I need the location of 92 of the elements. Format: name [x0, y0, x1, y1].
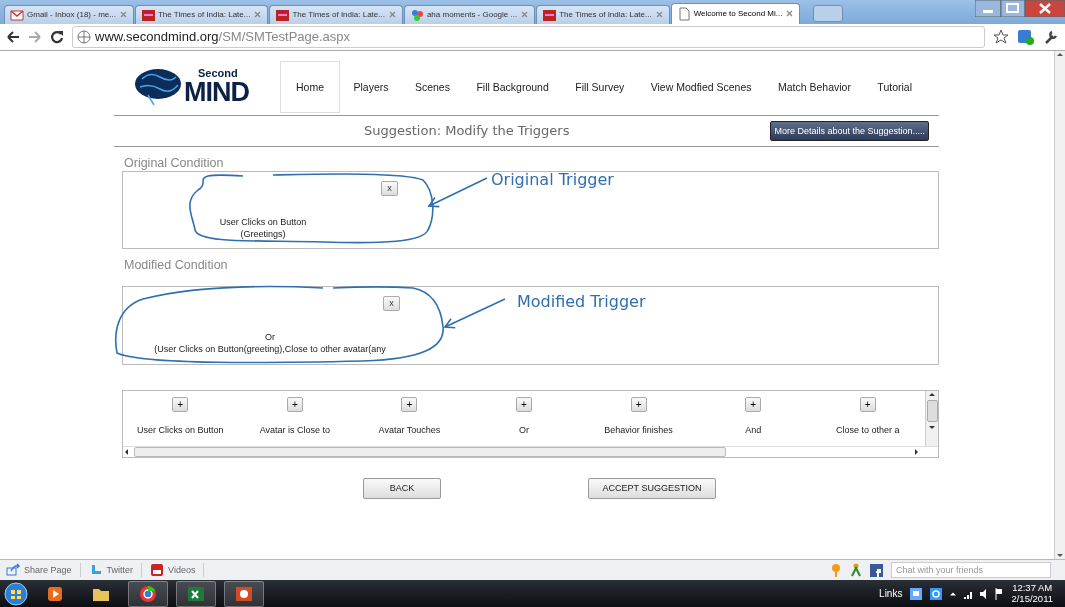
close-icon [654, 10, 664, 20]
news-icon [140, 7, 155, 22]
toolbar-link[interactable]: Videos [150, 563, 205, 578]
globe-icon[interactable] [139, 584, 157, 603]
spreadsheet-icon[interactable] [187, 584, 205, 603]
nav-link[interactable]: Fill Background [463, 61, 562, 114]
nav-link[interactable]: Tutorial [864, 61, 925, 114]
close-icon [387, 10, 397, 20]
nav-link[interactable]: Home [280, 61, 340, 114]
trigger-label: Avatar Touches [378, 424, 441, 435]
browser-tab[interactable]: The Times of India: Late... [269, 4, 403, 24]
add-button[interactable]: + [172, 396, 189, 412]
clock-time: 12:37 AM [1012, 582, 1053, 594]
star-icon [993, 28, 1009, 45]
page-icon [676, 6, 691, 21]
horizontal-scrollbar[interactable] [123, 445, 938, 457]
app-icon [930, 586, 943, 601]
start-icon [4, 581, 28, 606]
add-button[interactable]: + [516, 396, 532, 412]
action-button[interactable]: ACCEPT SUGGESTION [588, 477, 716, 499]
window-controls-icon [975, 0, 1065, 17]
trigger-label: Or [519, 424, 529, 435]
browser-tab[interactable]: aha moments - Google ... [403, 4, 536, 24]
browser-tab[interactable]: Welcome to Second Mi... [670, 2, 801, 24]
nav-link[interactable]: Fill Survey [562, 61, 638, 114]
toolbar-link[interactable]: Links [879, 588, 903, 600]
address-field[interactable]: www.secondmind.org/SM/SMTestPage.aspx [72, 25, 985, 48]
annotation-text: Modified Trigger [517, 291, 646, 311]
vertical-scrollbar[interactable] [925, 390, 938, 446]
nav-link[interactable]: Players [340, 61, 402, 114]
share-icon [6, 563, 20, 578]
forward-icon [28, 29, 42, 44]
trigger-label: And [745, 424, 762, 435]
condition-text: User Clicks on Button (Greetings) [218, 215, 308, 240]
video-icon [150, 563, 165, 578]
toolbar-link[interactable]: Share Page [6, 563, 81, 578]
trigger-label: User Clicks on Button [137, 424, 224, 435]
flag-icon [995, 586, 1004, 601]
annotation-arrow [443, 298, 506, 329]
trigger-label: Behavior finishes [604, 424, 673, 435]
section-label: Original Condition [124, 155, 225, 171]
people-icon [409, 7, 424, 22]
section-label: Modified Condition [124, 257, 229, 273]
nav-link[interactable]: Match Behavior [764, 61, 864, 114]
add-button[interactable]: + [401, 396, 418, 412]
pin-icon [830, 563, 842, 578]
social-icon [870, 563, 883, 577]
extension-icon [1017, 27, 1035, 46]
nav-link[interactable]: Scenes [401, 61, 463, 114]
figure-icon [850, 563, 862, 578]
wrench-icon [1043, 28, 1059, 45]
details-button[interactable]: More Details about the Suggestion..... [770, 120, 929, 141]
browser-tab[interactable]: Gmail - Inbox (18) - me... [4, 4, 134, 24]
slides-icon[interactable] [235, 584, 253, 603]
remove-button[interactable]: x [383, 295, 400, 311]
close-icon [520, 10, 530, 20]
back-icon [6, 29, 20, 44]
monitor-icon [910, 586, 923, 601]
remove-button[interactable]: x [381, 180, 398, 196]
browser-tab[interactable]: The Times of India: Late... [536, 4, 670, 24]
page-title: Suggestion: Modify the Triggers [364, 123, 570, 139]
close-icon [118, 10, 128, 20]
action-button[interactable]: BACK [363, 477, 441, 499]
scroll-left-icon [123, 447, 130, 456]
add-button[interactable]: + [630, 396, 647, 412]
trigger-label: Close to other a [836, 424, 900, 435]
annotation-arrow [427, 177, 488, 208]
url-text: www.secondmind.org/SM/SMTestPage.aspx [95, 29, 351, 45]
add-button[interactable]: + [286, 396, 303, 412]
news-icon [275, 7, 290, 22]
globe-icon [77, 29, 91, 44]
add-button[interactable]: + [859, 396, 876, 412]
media-icon[interactable] [46, 584, 64, 603]
close-icon [253, 10, 263, 20]
logo-text: MIND [184, 79, 249, 107]
logo-text: Second [198, 68, 239, 80]
toolbar-link[interactable]: Twitter [88, 563, 143, 578]
annotation-text: Original Trigger [491, 169, 614, 189]
scroll-right-icon [913, 447, 920, 456]
add-button[interactable]: + [745, 396, 762, 412]
expand-icon [950, 591, 957, 596]
page-scrollbar[interactable] [1054, 50, 1065, 560]
clock-date: 2/15/2011 [1011, 593, 1053, 605]
browser-tab[interactable]: The Times of India: Late... [134, 4, 269, 24]
nav-link[interactable]: View Modfied Scenes [637, 61, 765, 114]
close-icon [785, 9, 795, 19]
reload-icon [50, 29, 64, 44]
condition-text: Or (User Clicks on Button(greeting),Close to other avatar(any [153, 330, 387, 355]
mail-icon [10, 7, 24, 22]
trigger-label: Avatar is Close to [259, 424, 331, 435]
news-icon [542, 7, 557, 22]
brain-icon [134, 67, 182, 108]
